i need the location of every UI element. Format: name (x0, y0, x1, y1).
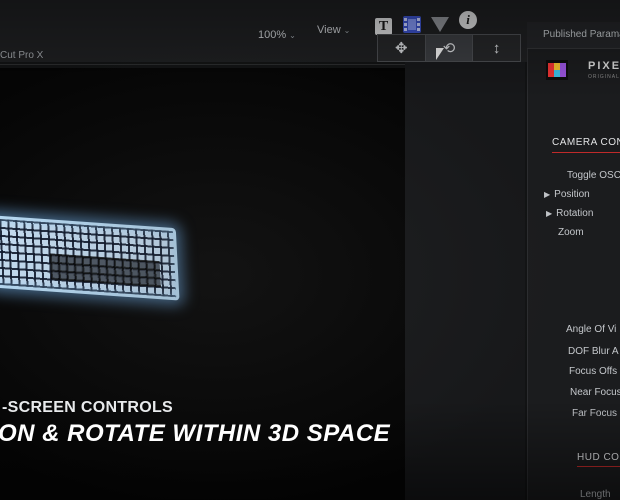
param-toggle-osc[interactable]: Toggle OSC (567, 170, 620, 181)
hud-controls-heading: HUD CO (577, 452, 620, 463)
viewer-margin (405, 62, 525, 500)
param-zoom[interactable]: Zoom (558, 227, 584, 238)
move-icon: ✥ (395, 40, 408, 57)
chevron-down-icon: ⌄ (289, 31, 296, 40)
param-focus-offset[interactable]: Focus Offs (569, 366, 617, 377)
disclosure-triangle-icon[interactable]: ▶ (546, 209, 552, 218)
param-label: Position (554, 189, 590, 200)
zoom-value: 100% (258, 29, 287, 41)
param-angle-of-view[interactable]: Angle Of Vi (566, 324, 616, 335)
plugin-logo (546, 60, 568, 80)
toolbar-divider (0, 64, 420, 65)
camera-controls-underline (552, 152, 620, 153)
scale-tool-button[interactable]: ↕ (473, 35, 520, 61)
camera-controls-heading: CAMERA CON (552, 137, 620, 148)
hud-controls-underline (577, 466, 620, 467)
text-tool-icon[interactable]: T (375, 18, 392, 35)
led-panel-object[interactable] (0, 215, 183, 329)
rotate-tool-button[interactable]: ⟲ (425, 35, 474, 61)
info-icon[interactable]: i (459, 11, 477, 29)
param-far-focus[interactable]: Far Focus (572, 408, 617, 419)
param-near-focus[interactable]: Near Focus (570, 387, 620, 398)
param-position[interactable]: ▶ Position (544, 189, 590, 200)
param-length[interactable]: Length (580, 489, 611, 500)
move-tool-button[interactable]: ✥ (378, 35, 426, 61)
rotate-icon: ⟲ (442, 40, 456, 57)
onscreen-controls-toolbar: ✥ ⟲ ↕ (377, 34, 521, 62)
plugin-logo-subtext: ORIGINAL (588, 74, 620, 80)
param-rotation[interactable]: ▶ Rotation (546, 208, 593, 219)
caption-title: ON & ROTATE WITHIN 3D SPACE (0, 420, 391, 447)
view-dropdown[interactable]: View ⌄ (317, 24, 350, 36)
param-dof-blur[interactable]: DOF Blur A (568, 346, 619, 357)
inspector-title: Published Parama (543, 29, 620, 40)
caption-subtitle: -SCREEN CONTROLS (2, 399, 174, 416)
zoom-dropdown[interactable]: 100% ⌄ (258, 29, 296, 41)
disclosure-triangle-icon[interactable]: ▶ (544, 190, 550, 199)
view-label: View (317, 24, 341, 36)
mask-triangle-icon[interactable] (431, 17, 449, 32)
filmstrip-icon[interactable] (403, 16, 421, 33)
param-label: Rotation (556, 208, 594, 219)
chevron-down-icon: ⌄ (343, 26, 351, 35)
scale-icon: ↕ (492, 39, 501, 57)
mouse-cursor-icon (436, 48, 444, 60)
plugin-logo-text: PIXE (588, 60, 620, 72)
app-title: Cut Pro X (0, 50, 44, 61)
inspector-panel (527, 22, 620, 500)
